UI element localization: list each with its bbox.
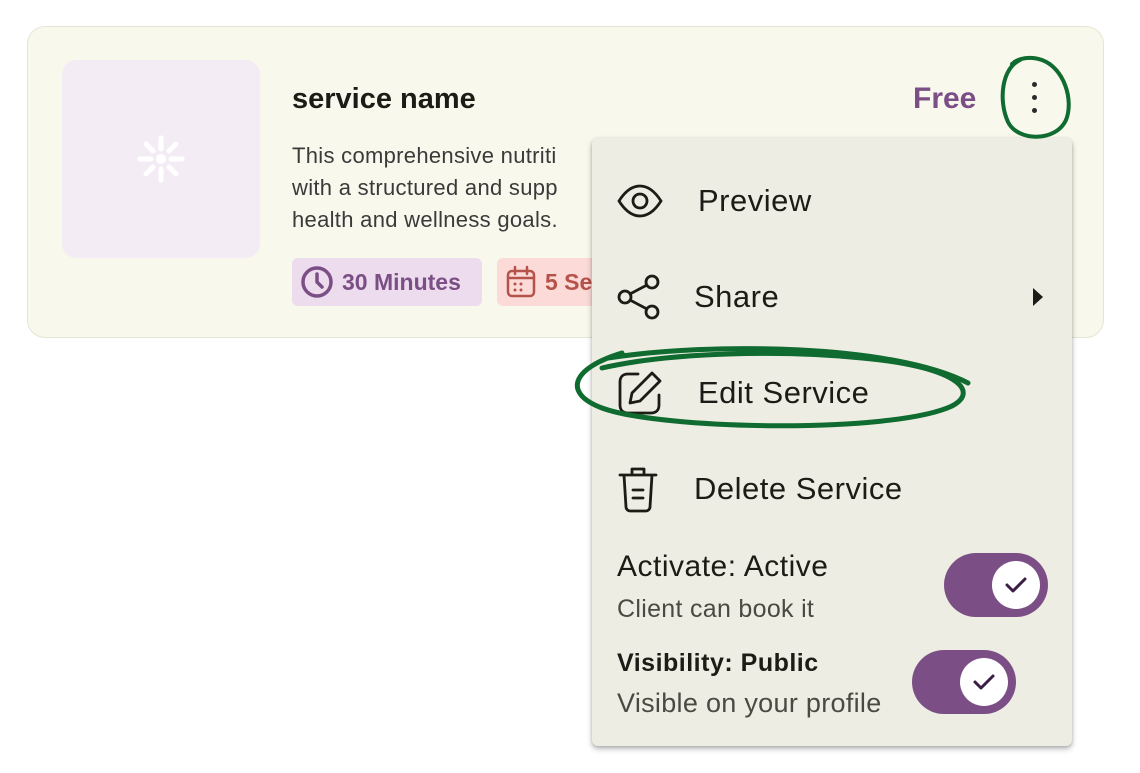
more-vert-icon xyxy=(1031,81,1037,87)
menu-item-preview[interactable]: Preview xyxy=(592,156,1072,246)
menu-item-label: Edit Service xyxy=(698,375,870,410)
edit-icon xyxy=(618,371,662,415)
calendar-icon xyxy=(506,265,536,298)
sessions-label: 5 Se xyxy=(545,268,593,295)
eye-icon xyxy=(617,184,663,218)
description-line: This comprehensive nutriti xyxy=(292,143,557,168)
share-icon xyxy=(617,274,660,320)
menu-item-label: Preview xyxy=(698,183,812,218)
switch-knob xyxy=(960,658,1008,706)
service-thumbnail xyxy=(62,60,260,258)
clock-icon xyxy=(301,266,333,298)
more-options-button[interactable] xyxy=(1004,57,1064,137)
activate-subtitle: Client can book it xyxy=(617,595,815,623)
service-description: This comprehensive nutriti with a struct… xyxy=(292,140,612,236)
visibility-title: Visibility: Public xyxy=(617,649,819,678)
service-options-menu: Preview Share Edit Service Delete Servic… xyxy=(592,138,1072,746)
switch-knob xyxy=(992,561,1040,609)
duration-label: 30 Minutes xyxy=(342,268,461,295)
menu-item-edit-service[interactable]: Edit Service xyxy=(592,348,1072,438)
sessions-chip: 5 Se xyxy=(497,258,597,306)
duration-chip: 30 Minutes xyxy=(292,258,482,306)
service-title: service name xyxy=(292,83,476,115)
menu-item-share[interactable]: Share xyxy=(592,252,1072,342)
menu-item-delete-service[interactable]: Delete Service xyxy=(592,444,1072,534)
more-vert-dot xyxy=(1031,107,1037,113)
check-icon xyxy=(973,674,995,690)
visibility-title-prefix: Visibility: xyxy=(617,649,734,677)
visibility-subtitle: Visible on your profile xyxy=(617,688,882,718)
more-vert-dot xyxy=(1031,94,1037,100)
menu-item-label: Delete Service xyxy=(694,471,903,506)
activate-switch[interactable] xyxy=(944,553,1048,617)
service-price: Free xyxy=(913,82,977,115)
visibility-title-value: Public xyxy=(740,649,819,677)
placeholder-logo-icon xyxy=(137,135,185,183)
trash-icon xyxy=(618,467,658,513)
description-line: with a structured and supp xyxy=(292,175,558,200)
description-line: health and wellness goals. xyxy=(292,207,558,232)
check-icon xyxy=(1005,577,1027,593)
chevron-right-icon xyxy=(1033,288,1043,306)
menu-item-label: Share xyxy=(694,279,780,314)
visibility-switch[interactable] xyxy=(912,650,1016,714)
activate-title: Activate: Active xyxy=(617,550,829,583)
